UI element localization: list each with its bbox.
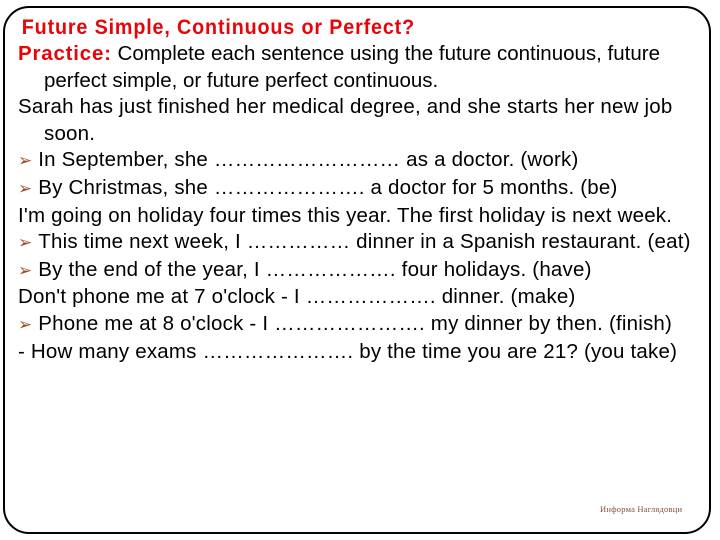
arrow-bullet-icon: ➢ (18, 178, 33, 198)
list-item-label: Don't phone me at 7 o'clock - I ………………. … (18, 285, 576, 309)
slide-canvas: Future Simple, Continuous or Perfect? Pr… (0, 0, 720, 540)
watermark: Информа Наглядовци (600, 504, 683, 514)
arrow-bullet-icon: ➢ (18, 260, 33, 280)
list-item-label: By Christmas, she …………………. a doctor for … (38, 175, 618, 199)
list-item: ➢ In September, she ……………………… as a doctor… (18, 147, 706, 175)
list-item: ➢ By the end of the year, I ………………. four … (18, 257, 706, 285)
context-line: - How many exams …………………. by the time yo… (18, 339, 706, 366)
list-item: ➢ Phone me at 8 o'clock - I …………………. my d… (18, 311, 706, 339)
list-item-label: I'm going on holiday four times this yea… (18, 203, 673, 227)
context-line: I'm going on holiday four times this yea… (18, 203, 706, 230)
practice-instruction: Practice: Complete each sentence using t… (18, 41, 706, 94)
list-item: ➢ By Christmas, she …………………. a doctor for… (18, 175, 706, 203)
context-line: Don't phone me at 7 o'clock - I ………………. … (18, 284, 706, 311)
arrow-bullet-icon: ➢ (18, 314, 33, 334)
exercise-list: Sarah has just finished her medical degr… (18, 94, 706, 365)
list-item: ➢ This time next week, I …………… dinner in … (18, 229, 706, 257)
list-item-label: By the end of the year, I ………………. four h… (38, 257, 592, 281)
list-item-label: In September, she ……………………… as a doctor.… (38, 148, 579, 172)
list-item-label: - How many exams …………………. by the time yo… (18, 339, 678, 363)
list-item-label: This time next week, I …………… dinner in a… (38, 230, 691, 254)
page-title: Future Simple, Continuous or Perfect? (21, 16, 415, 39)
arrow-bullet-icon: ➢ (18, 233, 33, 253)
practice-instruction-text: Complete each sentence using the future … (44, 42, 660, 92)
list-item-label: Phone me at 8 o'clock - I …………………. my di… (38, 311, 673, 335)
list-item-label: Sarah has just finished her medical degr… (18, 95, 673, 145)
slide-content: Future Simple, Continuous or Perfect? Pr… (0, 0, 720, 365)
arrow-bullet-icon: ➢ (18, 151, 33, 171)
context-line: Sarah has just finished her medical degr… (18, 94, 706, 147)
practice-label: Practice: (18, 42, 112, 65)
